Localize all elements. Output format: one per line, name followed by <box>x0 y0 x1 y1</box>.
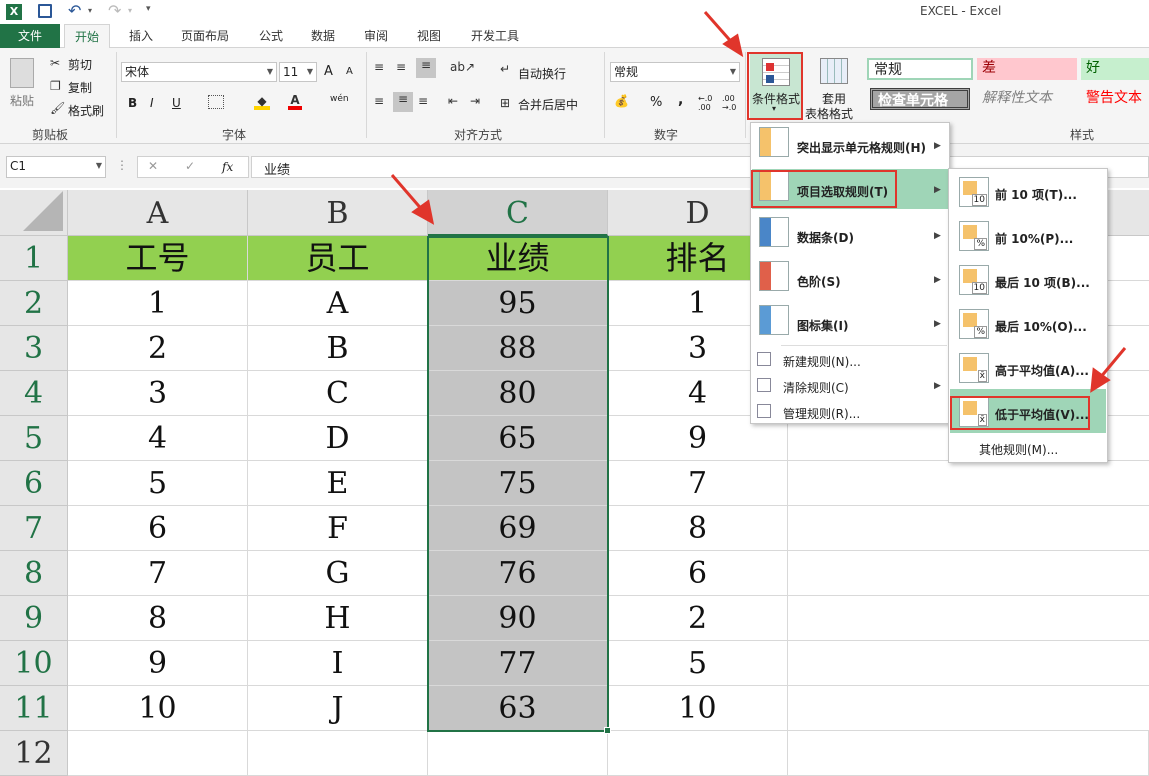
arrow-icon <box>1090 347 1127 393</box>
arrow-icon <box>390 174 435 225</box>
arrow-icon <box>703 11 744 58</box>
annotation-arrows <box>390 11 1127 393</box>
